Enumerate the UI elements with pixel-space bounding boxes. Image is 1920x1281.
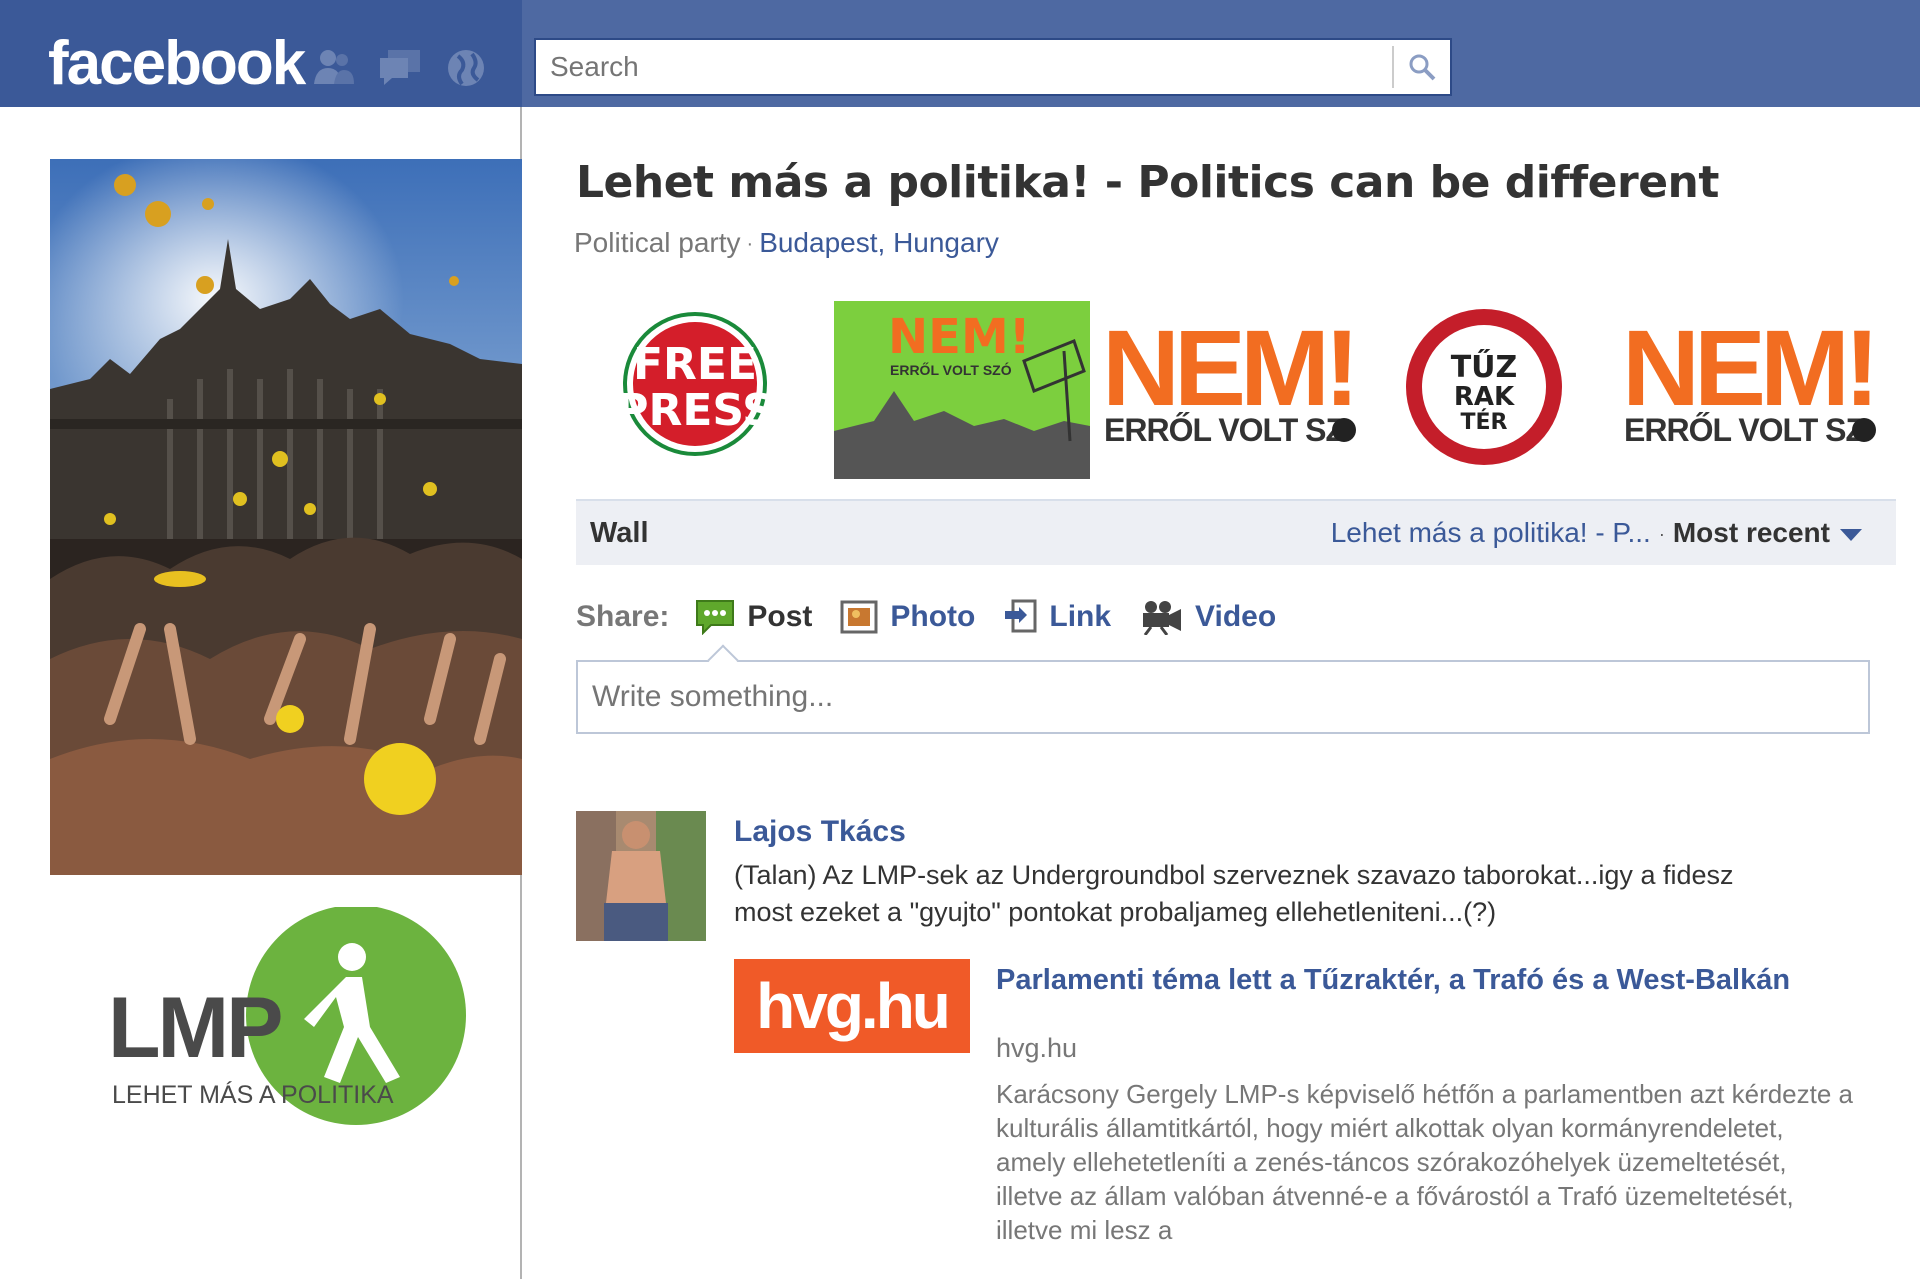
share-post-button[interactable]: Post — [695, 599, 812, 635]
tuzrakter-badge[interactable]: TŰZ RAK TÉR — [1404, 307, 1564, 472]
share-photo-label: Photo — [890, 600, 976, 633]
avatar[interactable] — [576, 811, 706, 941]
lmp-logo-letters: LMP — [108, 980, 281, 1076]
page-subtitle: Political party · Budapest, Hungary — [574, 227, 999, 259]
top-bar: facebook — [0, 0, 1920, 107]
tuzrakter-text-3: TÉR — [1461, 409, 1508, 435]
attachment-description: Karácsony Gergely LMP-s képviselő hétfőn… — [996, 1079, 1854, 1245]
nem-orange-badge-1[interactable]: NEM! ERRŐL VOLT SZ — [1102, 307, 1360, 462]
lmp-logo-tagline: LEHET MÁS A POLITIKA — [112, 1080, 394, 1109]
free-press-text-2: PRESS — [620, 385, 770, 436]
wall-filter-page-link[interactable]: Lehet más a politika! - P... — [1331, 517, 1651, 548]
wall-header: Wall Lehet más a politika! - P... · Most r… — [576, 499, 1896, 565]
share-video-label: Video — [1195, 600, 1277, 633]
messages-icon[interactable] — [378, 46, 422, 86]
share-post-label: Post — [747, 600, 813, 633]
notifications-globe-icon[interactable] — [444, 46, 488, 86]
wall-composer[interactable] — [576, 644, 1870, 734]
share-link-label: Link — [1049, 600, 1112, 633]
nem-orange-badge-2[interactable]: NEM! ERRŐL VOLT SZ — [1622, 307, 1880, 462]
wall-story: Lajos Tkács (Talan) Az LMP-sek az Underg… — [576, 811, 1896, 1281]
most-recent-dropdown[interactable]: Most recent — [1673, 517, 1830, 548]
wall-filter[interactable]: Lehet más a politika! - P... · Most recent — [1331, 517, 1862, 549]
search-input[interactable] — [536, 40, 1390, 94]
nem-orange-2-subtitle: ERRŐL VOLT SZ — [1624, 412, 1865, 448]
facebook-logo[interactable]: facebook — [48, 28, 306, 99]
profile-photo[interactable] — [50, 159, 522, 875]
attachment-title-link[interactable]: Parlamenti téma lett a Tűzraktér, a Traf… — [996, 963, 1816, 997]
search-icon — [1409, 54, 1436, 81]
story-message: (Talan) Az LMP-sek az Undergroundbol sze… — [734, 860, 1734, 927]
free-press-badge[interactable]: FREE PRESS — [616, 309, 774, 464]
badge-strip: FREE PRESS NEM! ERRŐL VOLT SZÓ NEM! ERRŐ… — [576, 295, 1896, 479]
story-author-link[interactable]: Lajos Tkács — [734, 815, 906, 849]
share-photo-button[interactable]: Photo — [840, 600, 975, 634]
nem-green-subtitle: ERRŐL VOLT SZÓ — [890, 361, 1012, 378]
tuzrakter-text-1: TŰZ — [1451, 348, 1518, 385]
left-column: LMP LEHET MÁS A POLITIKA — [0, 107, 522, 1279]
wall-title: Wall — [590, 517, 649, 549]
nem-green-title: NEM! — [888, 309, 1031, 365]
video-camera-icon — [1143, 601, 1182, 635]
attachment-domain: hvg.hu — [996, 1033, 1078, 1063]
share-bar: Share: Post Photo Link Video — [576, 592, 1304, 642]
main-column: Lehet más a politika! - Politics can be … — [524, 107, 1920, 1279]
separator-dot: · — [1658, 524, 1665, 545]
separator-dot: · — [746, 233, 754, 256]
tuzrakter-text-2: RAK — [1454, 382, 1515, 412]
nem-green-badge[interactable]: NEM! ERRŐL VOLT SZÓ — [834, 301, 1090, 484]
page-category: Political party — [574, 227, 741, 258]
nem-orange-1-subtitle: ERRŐL VOLT SZ — [1104, 412, 1345, 448]
share-video-button[interactable]: Video — [1139, 599, 1276, 635]
page-title: Lehet más a politika! - Politics can be … — [576, 157, 1719, 208]
speech-bubble-icon — [696, 600, 735, 635]
share-link-button[interactable]: Link — [1003, 599, 1111, 635]
search-button[interactable] — [1392, 46, 1450, 88]
attachment-thumbnail-text: hvg.hu — [756, 970, 951, 1042]
photo-icon — [840, 600, 878, 634]
friend-requests-icon[interactable] — [312, 46, 356, 86]
free-press-text-1: FREE — [633, 339, 757, 390]
attachment-thumbnail[interactable]: hvg.hu — [734, 959, 970, 1053]
chevron-down-icon[interactable] — [1840, 528, 1862, 541]
page-location-link[interactable]: Budapest, Hungary — [759, 227, 999, 258]
lmp-party-logo: LMP LEHET MÁS A POLITIKA — [100, 905, 480, 1147]
share-label: Share: — [576, 600, 670, 633]
write-something-input[interactable] — [578, 662, 1868, 732]
search-box[interactable] — [534, 38, 1452, 96]
link-icon — [1005, 599, 1037, 633]
